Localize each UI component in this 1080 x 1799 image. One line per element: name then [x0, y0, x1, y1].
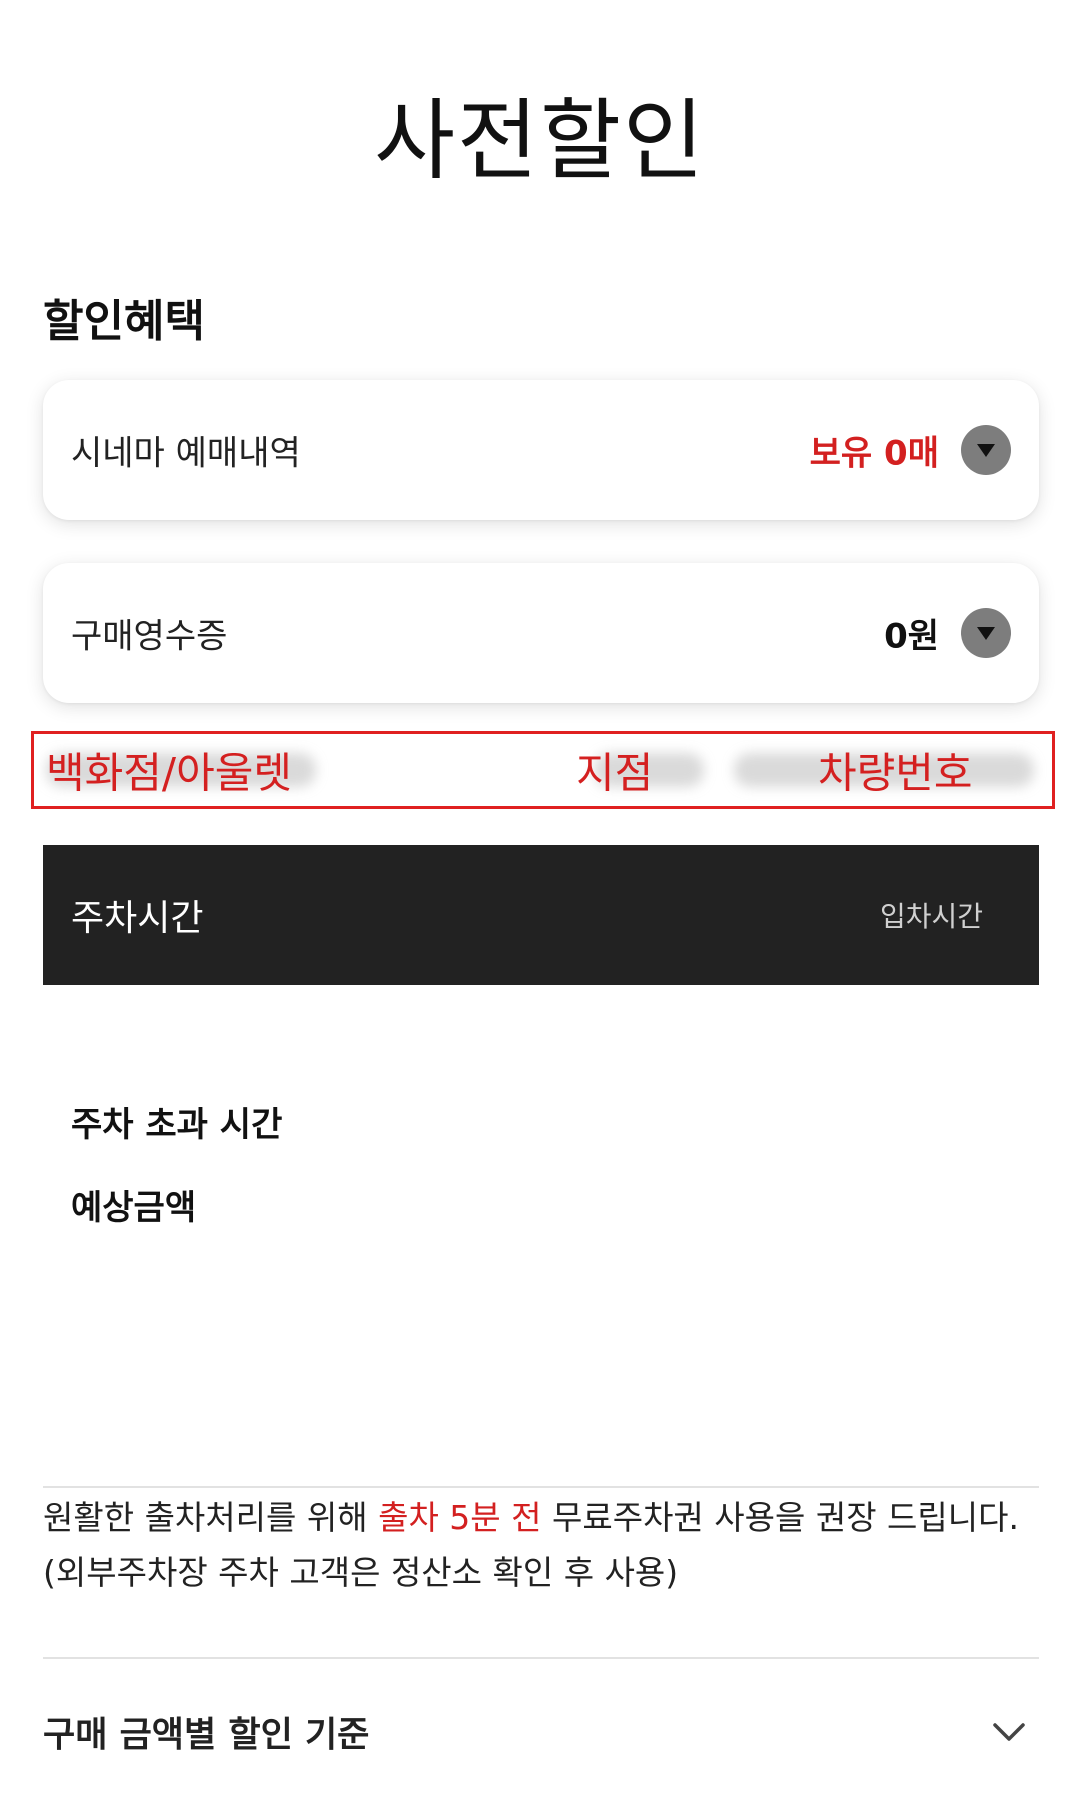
pre-discount-page: 사전할인 할인혜택 시네마 예매내역 보유 0매 구매영수증 0원 백화점/아울… — [0, 0, 1080, 1799]
notice-text-before: 원활한 출차처리를 위해 — [43, 1498, 379, 1537]
over-time-label: 주차 초과 시간 — [71, 1105, 283, 1145]
parking-time-label: 주차시간 — [71, 898, 204, 939]
chevron-down-icon[interactable] — [989, 1712, 1029, 1752]
triangle-down-icon[interactable] — [961, 608, 1011, 658]
estimated-amount-label: 예상금액 — [71, 1188, 197, 1228]
store-type: 백화점/아울렛 — [46, 748, 292, 798]
cinema-booking-label: 시네마 예매내역 — [71, 433, 301, 474]
cinema-booking-count: 보유 0매 — [809, 433, 939, 474]
page-title: 사전할인 — [374, 89, 706, 192]
discount-section-title: 할인혜택 — [43, 296, 205, 347]
notice-text: 원활한 출차처리를 위해 출차 5분 전 무료주차권 사용을 권장 드립니다. … — [43, 1490, 1043, 1600]
cinema-booking-dropdown[interactable]: 시네마 예매내역 보유 0매 — [43, 380, 1039, 520]
discount-criteria-accordion[interactable]: 구매 금액별 할인 기준 — [43, 1665, 1039, 1799]
purchase-receipt-amount: 0원 — [884, 616, 939, 657]
divider — [43, 1486, 1039, 1488]
store-branch: 지점 — [576, 748, 654, 798]
vehicle-plate: 차량번호 — [818, 748, 973, 798]
entry-time-label: 입차시간 — [879, 900, 983, 933]
notice-highlight: 출차 5분 전 — [378, 1498, 542, 1537]
notice-text-after: 무료주차권 사용을 권장 드립니다. — [541, 1498, 1019, 1537]
purchase-receipt-label: 구매영수증 — [71, 616, 228, 657]
parking-time-bar: 주차시간 입차시간 — [43, 845, 1039, 985]
divider — [43, 1657, 1039, 1659]
triangle-down-icon[interactable] — [961, 425, 1011, 475]
discount-criteria-label: 구매 금액별 할인 기준 — [43, 1715, 370, 1756]
purchase-receipt-dropdown[interactable]: 구매영수증 0원 — [43, 563, 1039, 703]
notice-sub-note: (외부주차장 주차 고객은 정산소 확인 후 사용) — [43, 1553, 679, 1592]
store-vehicle-info: 백화점/아울렛 지점 차량번호 — [31, 731, 1055, 809]
